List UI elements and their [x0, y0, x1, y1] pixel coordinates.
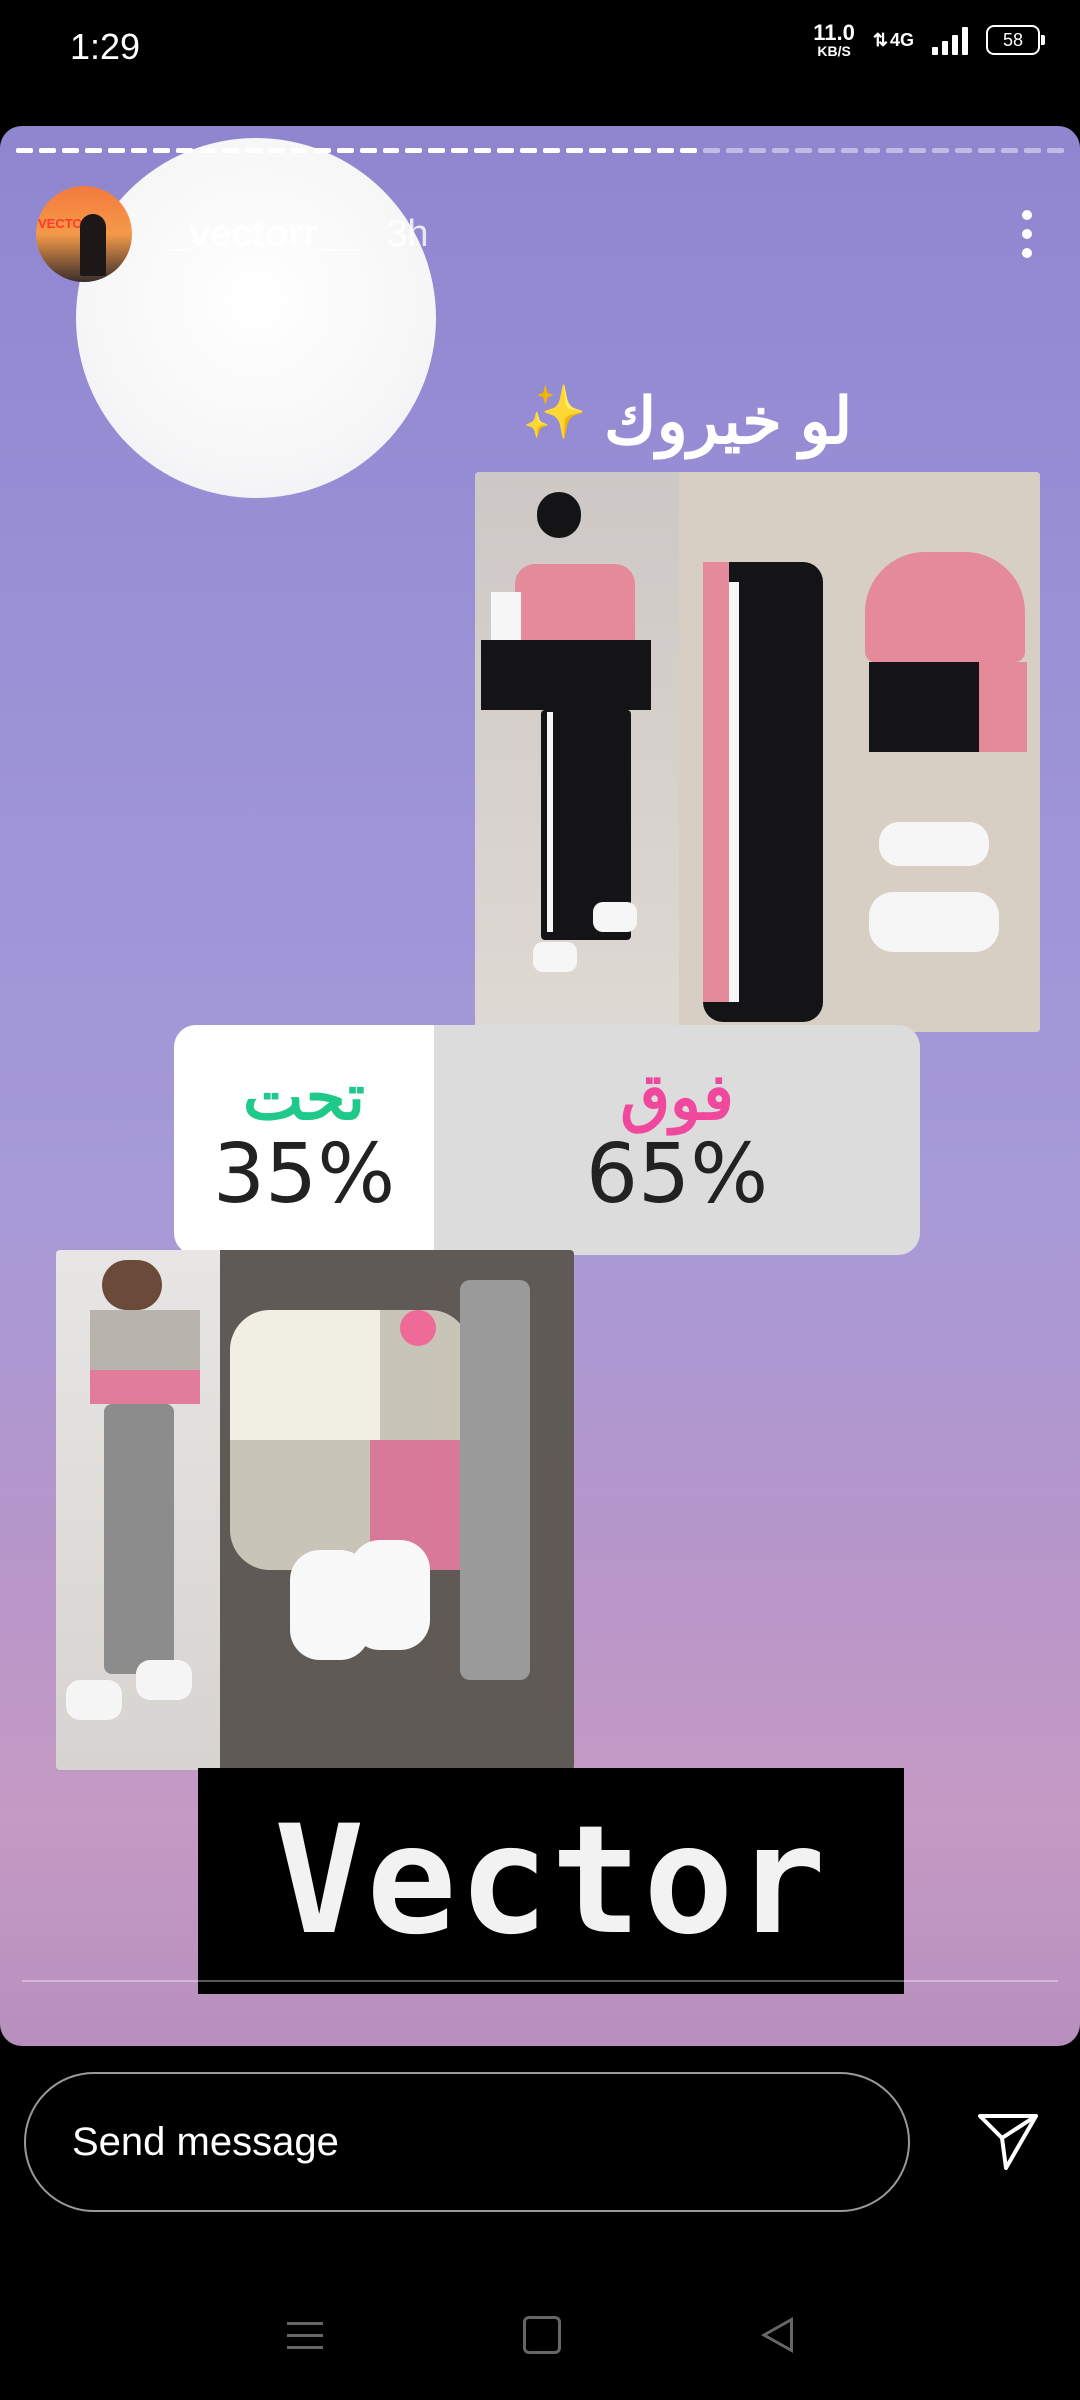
story-title: لو خيروك	[604, 385, 853, 457]
avatar[interactable]: VECTOR	[36, 186, 132, 282]
outfit-photo-top-flatlay	[679, 472, 1040, 1032]
network-type: ⇅ 4G	[873, 30, 914, 51]
status-bar: 1:29 11.0 KB/S ⇅ 4G 58	[0, 0, 1080, 96]
battery-icon: 58	[986, 25, 1045, 55]
home-icon[interactable]	[523, 2316, 561, 2354]
outfit-photo-top-model	[475, 472, 679, 1032]
post-time: 3h	[386, 212, 429, 255]
system-navigation-bar	[0, 2290, 1080, 2380]
brand-banner-text: Vector	[274, 1794, 828, 1968]
story-progress-bar	[16, 148, 1064, 153]
poll-option-top-label: فوق	[620, 1060, 734, 1133]
poll-option-bottom-label: تحت	[243, 1060, 365, 1133]
battery-level: 58	[1002, 29, 1024, 50]
send-message-input[interactable]: Send message	[24, 2072, 910, 2212]
send-message-placeholder: Send message	[72, 2119, 339, 2164]
poll-sticker[interactable]: تحت 35% فوق 65%	[174, 1025, 920, 1255]
story-header: VECTOR _vectorr__ 3h	[36, 184, 1046, 284]
status-icons: 11.0 KB/S ⇅ 4G 58	[813, 20, 1045, 59]
status-time: 1:29	[70, 26, 141, 67]
paper-plane-icon[interactable]	[976, 2112, 1040, 2172]
menu-icon[interactable]	[287, 2321, 323, 2349]
outfit-photo-top	[475, 472, 1040, 1032]
network-type-label: 4G	[889, 29, 914, 50]
outfit-photo-bottom-flatlay	[220, 1250, 574, 1770]
network-speed-value: 11.0	[813, 20, 855, 45]
avatar-figure	[80, 214, 106, 276]
brand-banner: Vector	[198, 1768, 904, 1994]
outfit-photo-bottom	[56, 1250, 574, 1770]
username[interactable]: _vectorr__	[168, 213, 360, 256]
story-divider	[22, 1980, 1058, 1982]
network-speed: 11.0 KB/S	[813, 20, 855, 59]
poll-option-bottom-percent: 35%	[212, 1127, 396, 1223]
outfit-photo-bottom-model	[56, 1250, 220, 1770]
poll-option-top[interactable]: فوق 65%	[434, 1025, 920, 1255]
data-arrows-icon: ⇅	[872, 29, 888, 50]
network-speed-unit: KB/S	[817, 43, 851, 59]
signal-icon	[932, 25, 968, 55]
poll-option-top-percent: 65%	[585, 1127, 769, 1223]
back-icon[interactable]	[761, 2317, 793, 2353]
more-vertical-icon[interactable]	[1022, 210, 1032, 258]
poll-option-bottom[interactable]: تحت 35%	[174, 1025, 434, 1255]
story-view[interactable]: VECTOR _vectorr__ 3h ✨ لو خيروك تحت 35% …	[0, 126, 1080, 2046]
sparkle-icon: ✨	[522, 384, 587, 442]
